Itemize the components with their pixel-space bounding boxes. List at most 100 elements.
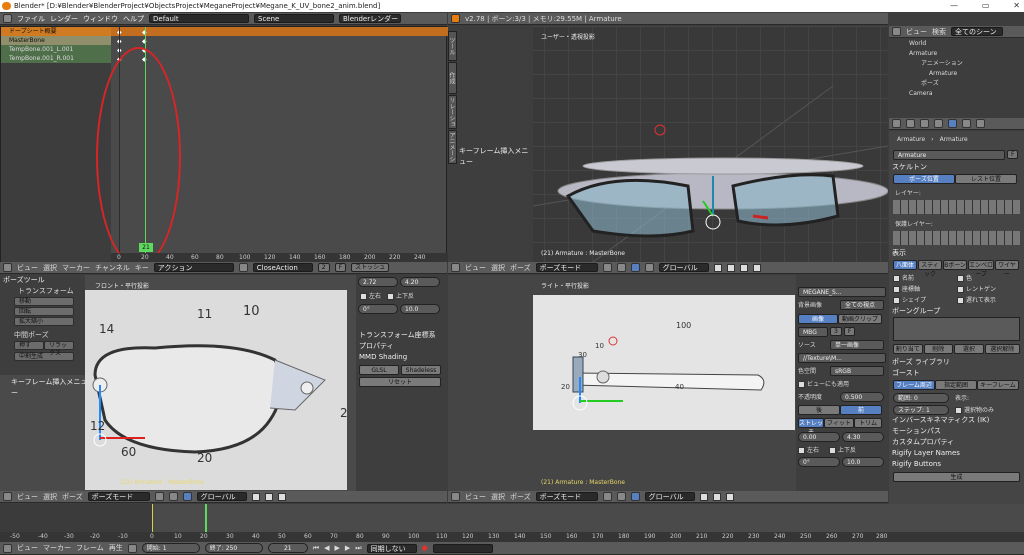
bg-flip-x-checkbox[interactable]: 左右 [798, 445, 819, 454]
bg-y-field[interactable]: 4.30 [842, 432, 884, 442]
channel-tempbone-r[interactable]: TempBone.001_R.001 [1, 54, 111, 63]
back-toggle[interactable]: 後 [798, 405, 840, 415]
vpf-menu-view[interactable]: ビュー [17, 492, 38, 502]
vpr-mode-selector[interactable]: ポーズモード [535, 492, 598, 501]
properties-section[interactable]: プロパティ [356, 341, 447, 352]
fit-toggle[interactable]: フィット [824, 418, 854, 428]
translate-icon[interactable] [644, 263, 654, 272]
ghost-in-range[interactable]: 指定範囲 [935, 380, 977, 390]
viewport-right[interactable]: ライト・平行投影 100 10 30 20 40 (21) Armature :… [448, 275, 888, 491]
viewport-perspective[interactable]: キーフレーム挿入メニュー ツール 作成 リレーション アニメーション ユーザー・… [448, 26, 888, 262]
preview-range-icon[interactable] [127, 543, 137, 553]
info-editor-icon[interactable] [3, 14, 12, 23]
bone-groups-list[interactable] [893, 317, 1020, 341]
editor-type-icon[interactable] [3, 492, 12, 501]
maximize-icon[interactable]: ▭ [982, 0, 990, 12]
display-octahedral[interactable]: 八面体 [893, 260, 917, 270]
image-path-field[interactable]: //Texture\M... [798, 353, 886, 363]
crop-toggle[interactable]: トリム [854, 418, 882, 428]
vp-menu-pose[interactable]: ポーズ [510, 263, 531, 273]
colorspace-selector[interactable]: sRGB [830, 366, 884, 376]
flip-x-checkbox[interactable]: 左右 [360, 291, 381, 300]
armature-fake-user[interactable]: F [1007, 150, 1019, 159]
relax-pose-button[interactable]: リラックス [44, 341, 74, 357]
viewport-front[interactable]: ポーズツール トランスフォーム 移動 回転 拡大縮小 中間ポーズ 押す リラック… [0, 275, 447, 491]
layout-selector[interactable]: Default [149, 14, 249, 23]
vpr-orientation-selector[interactable]: グローバル [644, 492, 695, 501]
rigify-buttons-section[interactable]: Rigify Buttons [889, 459, 1024, 470]
prev-key-icon[interactable]: ◀ [324, 544, 329, 552]
outliner-item-pose[interactable]: ポーズ [889, 79, 1024, 89]
scene-selector[interactable]: Scene [254, 14, 334, 23]
bg-axis-selector[interactable]: 全ての視点 [840, 300, 884, 310]
vp-orientation-selector[interactable]: グローバル [658, 263, 709, 272]
filter-icon[interactable] [238, 263, 248, 272]
opacity-field[interactable]: 0.500 [840, 392, 884, 402]
ghost-on-keyframes[interactable]: キーフレーム [977, 380, 1019, 390]
jump-end-icon[interactable]: ⏭ [355, 544, 361, 553]
shadeless-button[interactable]: Shadeless [401, 365, 441, 375]
editor-type-icon[interactable] [3, 263, 12, 272]
layer-toggle[interactable] [713, 263, 722, 272]
vpr-menu-view[interactable]: ビュー [465, 492, 486, 502]
action-users[interactable]: 2 [317, 263, 330, 272]
vpf-mode-selector[interactable]: ポーズモード [87, 492, 150, 501]
pose-library-section[interactable]: ポーズ ライブラリ [889, 357, 1024, 368]
manipulator-icon[interactable] [630, 492, 640, 501]
outliner-item-armature-data[interactable]: Armature [889, 69, 1024, 79]
current-frame-field[interactable]: 21 [267, 543, 308, 553]
flip-y-checkbox[interactable]: 上下反 [387, 291, 414, 300]
channel-tempbone-l[interactable]: TempBone.001_L.001 [1, 45, 111, 54]
skeleton-section[interactable]: スケルトン [889, 162, 1024, 173]
display-section[interactable]: 表示 [889, 248, 1024, 259]
bone-group-assign[interactable]: 割り当て [893, 344, 923, 354]
keying-set-selector[interactable] [432, 543, 493, 553]
menu-file[interactable]: ファイル [17, 14, 45, 24]
display-wire[interactable]: ワイヤー [995, 260, 1019, 278]
bg-rot-field[interactable]: 0° [798, 457, 840, 467]
pivot-icon[interactable] [616, 492, 626, 501]
mmd-shading-section[interactable]: MMD Shading [356, 352, 447, 363]
outliner-item-camera[interactable]: Camera [889, 89, 1024, 99]
custom-properties-section[interactable]: カスタムプロパティ [889, 437, 1024, 448]
display-stick[interactable]: スティック [918, 260, 942, 278]
record-icon[interactable]: ● [422, 544, 428, 552]
outliner-item-armature[interactable]: Armature [889, 49, 1024, 59]
pivot-icon[interactable] [168, 492, 178, 501]
menu-render[interactable]: レンダー [50, 14, 78, 24]
show-axes-checkbox[interactable]: 座標軸 [893, 284, 957, 293]
world-tab-icon[interactable] [920, 119, 929, 128]
scale-button[interactable]: 拡大縮小 [14, 317, 74, 326]
ghost-selected-only-checkbox[interactable]: 選択物のみ [955, 405, 994, 415]
dopesheet-menu-select[interactable]: 選択 [43, 263, 57, 273]
breakdowner-button[interactable]: 中割生成 [14, 352, 74, 361]
editor-type-icon[interactable] [3, 543, 12, 553]
outliner-item-world[interactable]: World [889, 39, 1024, 49]
protected-layer-grid[interactable] [893, 231, 1020, 245]
bg-size-field[interactable]: 10.0 [400, 304, 440, 314]
render-tab-icon[interactable] [892, 119, 901, 128]
bone-tab-icon[interactable] [962, 119, 971, 128]
layer-toggle[interactable] [712, 492, 721, 501]
dopesheet-menu-key[interactable]: キー [135, 263, 149, 273]
editor-type-icon[interactable] [451, 263, 460, 272]
shading-icon[interactable] [154, 492, 164, 501]
image-tab[interactable]: 画像 [798, 314, 838, 324]
ghost-section[interactable]: ゴースト [889, 368, 1024, 379]
vp-menu-view[interactable]: ビュー [465, 263, 486, 273]
reset-button[interactable]: リセット [359, 377, 441, 387]
generate-button[interactable]: 生成 [893, 472, 1020, 482]
bg-offset-x-field[interactable]: 2.72 [358, 277, 398, 287]
layer-toggle[interactable] [277, 492, 286, 501]
vpf-orientation-selector[interactable]: グローバル [196, 492, 247, 501]
bone-groups-section[interactable]: ボーングループ [889, 306, 1024, 317]
show-colors-checkbox[interactable]: 色 [957, 273, 1021, 282]
manipulator-icon[interactable] [182, 492, 192, 501]
tab-create[interactable]: 作成 [448, 62, 457, 94]
pivot-icon[interactable] [616, 263, 626, 272]
outliner-item-animation[interactable]: アニメーション [889, 59, 1024, 69]
dopesheet-menu-marker[interactable]: マーカー [62, 263, 90, 273]
next-key-icon[interactable]: ▶ [345, 544, 350, 552]
image-datablock[interactable]: MBG [798, 327, 828, 337]
bg-scale-field[interactable]: 10.0 [842, 457, 884, 467]
